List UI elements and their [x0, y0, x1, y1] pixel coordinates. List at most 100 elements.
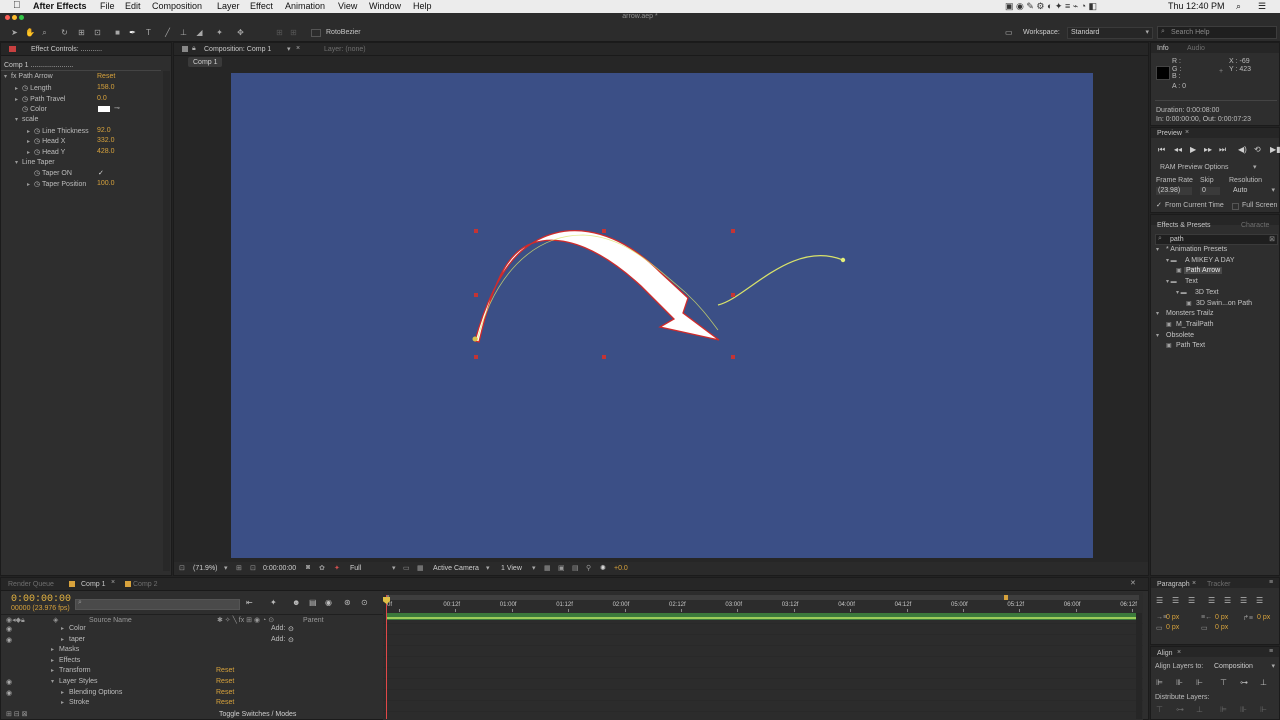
distribute-v-center-icon[interactable]: ⊶ [1176, 705, 1184, 714]
tab-comp-1[interactable]: Comp 1 [81, 581, 106, 588]
distribute-bottom-icon[interactable]: ⊥ [1196, 705, 1203, 714]
chevron-down-icon[interactable]: ▾ [287, 45, 291, 53]
work-area-end[interactable] [1004, 595, 1008, 600]
current-time-indicator[interactable] [386, 595, 387, 719]
skip-select[interactable]: 0 [1200, 187, 1220, 195]
close-icon[interactable]: × [111, 579, 115, 586]
preset-folder[interactable]: ▾ Obsolete [1151, 332, 1279, 342]
camera-select[interactable]: Active Camera [433, 565, 479, 572]
timeline-footer-icons[interactable]: ⊞ ⊟ ⊠ [6, 710, 28, 718]
comp-subtab[interactable]: Comp 1 [188, 57, 222, 67]
snapshot-icon[interactable]: ◙ [306, 564, 310, 571]
chevron-down-icon[interactable]: ▾ [224, 564, 228, 572]
toggle-switches-modes[interactable]: Toggle Switches / Modes [219, 711, 296, 718]
next-frame-icon[interactable]: ▸▸ [1204, 145, 1212, 154]
expand-icon[interactable]: ▸ [51, 667, 54, 674]
comp-mini-flowchart-icon[interactable]: ⇤ [246, 598, 253, 607]
tab-render-queue[interactable]: Render Queue [8, 581, 54, 588]
workspace-select[interactable]: Standard ▾ [1067, 27, 1153, 39]
camera-tool-icon[interactable]: ⊞ [77, 28, 86, 37]
justify-center-icon[interactable]: ☰ [1224, 596, 1231, 605]
zoom-window-button[interactable] [19, 15, 24, 20]
work-area-bar[interactable] [387, 595, 1139, 600]
bbox-handle[interactable] [474, 355, 478, 359]
hand-tool-icon[interactable]: ✋ [25, 28, 35, 37]
preset-folder[interactable]: ▾ Monsters Trailz [1151, 310, 1279, 320]
reset-button[interactable]: Reset [216, 699, 234, 706]
distribute-top-icon[interactable]: ⊤ [1156, 705, 1163, 714]
timeline-timecode[interactable]: 0:00:00:00 [11, 594, 71, 605]
menu-window[interactable]: Window [369, 1, 401, 11]
prop-taper-position-value[interactable]: 100.0 [97, 180, 115, 187]
distribute-right-icon[interactable]: ⊩ [1260, 705, 1267, 714]
rotobezier-checkbox[interactable] [311, 29, 321, 37]
tab-audio[interactable]: Audio [1187, 45, 1205, 52]
graph-editor-icon[interactable]: ⊛ [344, 598, 351, 607]
menu-view[interactable]: View [338, 1, 357, 11]
exposure-value[interactable]: +0.0 [614, 565, 628, 572]
space-after-value[interactable]: 0 px [1215, 624, 1228, 631]
group-line-taper[interactable]: ▾ Line Taper [15, 159, 55, 166]
axis-mode-icon[interactable]: ⊞ [275, 28, 284, 37]
preset-folder[interactable]: ▾ * Animation Presets [1151, 246, 1279, 256]
timeline-property-row[interactable]: ◉ ▾ Layer Styles Reset [1, 678, 381, 688]
minimize-window-button[interactable] [12, 15, 17, 20]
preset-folder[interactable]: ▾ ▬ Text [1151, 278, 1279, 288]
frame-rate-select[interactable]: (23.98) [1156, 187, 1192, 195]
resolution-select[interactable]: Auto ▾ [1229, 187, 1277, 195]
rotate-tool-icon[interactable]: ↻ [60, 28, 69, 37]
fast-previews-icon[interactable]: ▣ [558, 564, 565, 572]
magnification-select[interactable]: (71.9%) [193, 565, 218, 572]
timeline-search-field[interactable]: ⌕ [75, 599, 240, 610]
eraser-tool-icon[interactable]: ◢ [195, 28, 204, 37]
close-icon[interactable]: × [296, 45, 300, 52]
zoom-tool-icon[interactable]: ⌕ [40, 28, 49, 37]
bbox-handle[interactable] [731, 293, 735, 297]
add-menu[interactable]: Add: [271, 625, 285, 632]
prop-length-value[interactable]: 158.0 [97, 84, 115, 91]
menu-layer[interactable]: Layer [217, 1, 240, 11]
close-window-button[interactable] [5, 15, 10, 20]
group-scale[interactable]: ▾ scale [15, 116, 38, 123]
menu-animation[interactable]: Animation [285, 1, 325, 11]
align-v-center-icon[interactable]: ⊶ [1240, 678, 1248, 687]
color-channel-icon[interactable]: ✦ [334, 564, 340, 572]
align-center-icon[interactable]: ☰ [1172, 596, 1179, 605]
time-ruler[interactable]: 0f 00:12f 01:00f 01:12f 02:00f 02:12f 03:00f 03… [387, 601, 1139, 612]
audio-icon[interactable]: ◀) [1238, 145, 1247, 154]
tab-tracker[interactable]: Tracker [1207, 581, 1230, 588]
align-left-icon[interactable]: ☰ [1156, 596, 1163, 605]
view-layout-select[interactable]: 1 View [501, 565, 522, 572]
lock-icon[interactable]: 🔒︎ [192, 45, 196, 53]
expand-icon[interactable]: ▸ [61, 699, 64, 706]
ram-preview-icon[interactable]: ▶▮ [1270, 145, 1280, 154]
taper-on-checkbox[interactable]: ✓ [98, 169, 104, 177]
transparency-grid-icon[interactable]: ▦ [417, 564, 424, 572]
scrollbar[interactable] [163, 71, 170, 571]
roto-brush-tool-icon[interactable]: ✦ [215, 28, 224, 37]
pixel-aspect-icon[interactable]: ▦ [544, 564, 551, 572]
pan-behind-tool-icon[interactable]: ⊡ [93, 28, 102, 37]
panel-menu-icon[interactable]: ≡ [1269, 579, 1273, 586]
full-screen-checkbox[interactable] [1232, 203, 1239, 210]
visibility-icon[interactable]: ◉ [6, 625, 12, 633]
timeline-graph[interactable]: 0f 00:12f 01:00f 01:12f 02:00f 02:12f 03:00f 03… [383, 592, 1143, 720]
distribute-h-center-icon[interactable]: ⊪ [1240, 705, 1247, 714]
tab-character[interactable]: Characte [1241, 222, 1269, 229]
align-bottom-edges-icon[interactable]: ⊥ [1260, 678, 1267, 687]
bbox-handle[interactable] [731, 229, 735, 233]
type-tool-icon[interactable]: T [144, 28, 153, 37]
brush-tool-icon[interactable]: ╱ [163, 28, 172, 37]
timeline-property-row[interactable]: ◉ ▸ taper Add: ⊙ [1, 636, 381, 646]
timeline-property-row[interactable]: ▸ Stroke Reset [1, 699, 381, 709]
bbox-handle[interactable] [474, 229, 478, 233]
visibility-icon[interactable]: ◉ [6, 689, 12, 697]
preset-item[interactable]: ▣ 3D Swin...on Path [1151, 300, 1279, 310]
prop-head-y-value[interactable]: 428.0 [97, 148, 115, 155]
prop-line-thickness-value[interactable]: 92.0 [97, 127, 111, 134]
timeline-property-row[interactable]: ▸ Transform Reset [1, 667, 381, 677]
menu-composition[interactable]: Composition [152, 1, 202, 11]
expand-icon[interactable]: ▸ [61, 689, 64, 696]
current-time-display[interactable]: 0:00:00:00 [263, 565, 296, 572]
effects-search-field[interactable]: ⌕ path ⊠ [1155, 234, 1278, 245]
